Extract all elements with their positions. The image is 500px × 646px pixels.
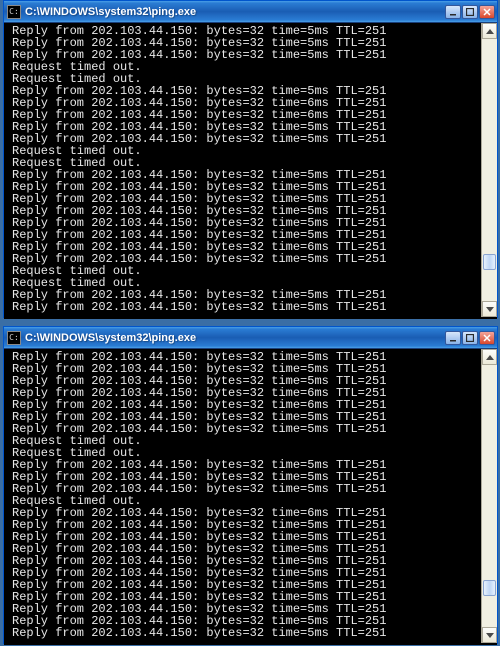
- console-output: Reply from 202.103.44.150: bytes=32 time…: [4, 23, 497, 319]
- titlebar[interactable]: C: C:\WINDOWS\system32\ping.exe: [4, 1, 497, 23]
- maximize-button[interactable]: [462, 5, 478, 19]
- cmd-window-2[interactable]: C: C:\WINDOWS\system32\ping.exe Reply fr…: [3, 326, 498, 644]
- scroll-up-button[interactable]: [482, 23, 497, 39]
- console-output: Reply from 202.103.44.150: bytes=32 time…: [4, 349, 497, 645]
- scroll-track[interactable]: [482, 39, 497, 301]
- cmd-icon: C:: [7, 5, 21, 19]
- window-title: C:\WINDOWS\system32\ping.exe: [25, 6, 445, 18]
- titlebar[interactable]: C: C:\WINDOWS\system32\ping.exe: [4, 327, 497, 349]
- window-buttons: [445, 331, 495, 345]
- close-button[interactable]: [479, 331, 495, 345]
- scroll-up-button[interactable]: [482, 349, 497, 365]
- scroll-thumb[interactable]: [483, 580, 496, 596]
- close-button[interactable]: [479, 5, 495, 19]
- minimize-button[interactable]: [445, 331, 461, 345]
- vertical-scrollbar[interactable]: [481, 349, 497, 643]
- maximize-button[interactable]: [462, 331, 478, 345]
- minimize-button[interactable]: [445, 5, 461, 19]
- scroll-thumb[interactable]: [483, 254, 496, 270]
- scroll-down-button[interactable]: [482, 627, 497, 643]
- scroll-track[interactable]: [482, 365, 497, 627]
- cmd-window-1[interactable]: C: C:\WINDOWS\system32\ping.exe Reply fr…: [3, 0, 498, 318]
- window-buttons: [445, 5, 495, 19]
- cmd-icon: C:: [7, 331, 21, 345]
- scroll-down-button[interactable]: [482, 301, 497, 317]
- vertical-scrollbar[interactable]: [481, 23, 497, 317]
- window-title: C:\WINDOWS\system32\ping.exe: [25, 332, 445, 344]
